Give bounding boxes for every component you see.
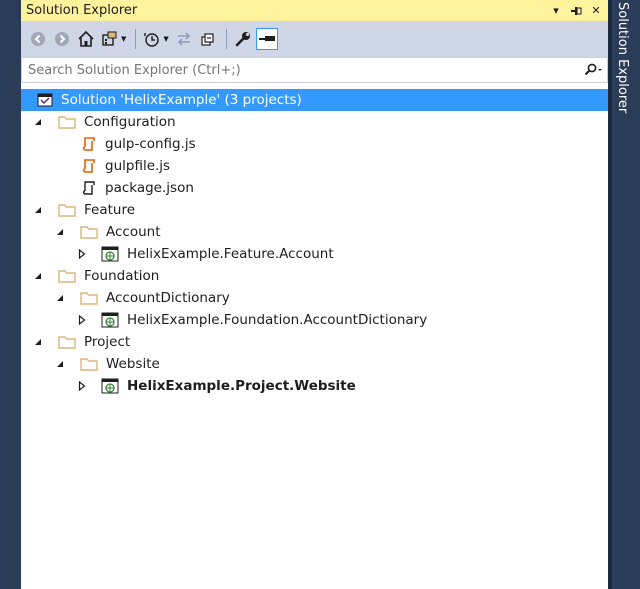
javascript-file-icon — [80, 135, 98, 153]
folder-icon — [58, 113, 76, 131]
pending-changes-filter-button[interactable] — [141, 28, 163, 50]
properties-button[interactable] — [232, 28, 254, 50]
file-label: package.json — [105, 180, 194, 196]
folder-icon — [80, 289, 98, 307]
window-position-dropdown-icon[interactable]: ▾ — [548, 3, 564, 19]
side-tab-divider — [608, 0, 612, 589]
preview-icon — [258, 36, 275, 41]
solution-icon — [36, 91, 54, 109]
collapsed-arrow-icon[interactable] — [77, 381, 87, 391]
tree-row-project[interactable]: HelixExample.Foundation.AccountDictionar… — [21, 309, 608, 331]
collapsed-arrow-icon[interactable] — [77, 315, 87, 325]
web-project-icon — [101, 377, 119, 395]
solution-explorer-panel: Solution Explorer ▾ ✕ ▼ ▼ Search Solutio… — [21, 0, 608, 589]
folder-icon — [58, 267, 76, 285]
folder-label: Feature — [84, 202, 136, 218]
folder-label: Account — [106, 224, 161, 240]
expanded-arrow-icon[interactable] — [33, 271, 43, 281]
tree-row-solution[interactable]: Solution 'HelixExample' (3 projects) — [21, 89, 608, 111]
folder-label: Foundation — [84, 268, 160, 284]
solution-label: Solution 'HelixExample' (3 projects) — [61, 92, 302, 108]
toolbar: ▼ ▼ — [21, 21, 608, 57]
web-project-icon — [101, 245, 119, 263]
search-box — [21, 57, 608, 83]
startup-project-label: HelixExample.Project.Website — [127, 378, 356, 394]
switch-views-icon — [102, 31, 117, 46]
panel-title: Solution Explorer — [26, 3, 138, 18]
search-icon — [584, 63, 602, 76]
file-label: gulp-config.js — [105, 136, 196, 152]
solution-tree: Solution 'HelixExample' (3 projects) Con… — [21, 89, 608, 397]
wrench-icon — [235, 32, 250, 47]
tree-row-subfolder[interactable]: AccountDictionary — [21, 287, 608, 309]
project-label: HelixExample.Feature.Account — [127, 246, 334, 262]
folder-icon — [58, 201, 76, 219]
folder-label: Project — [84, 334, 131, 350]
folder-icon — [80, 355, 98, 373]
tree-row-file[interactable]: gulp-config.js — [21, 133, 608, 155]
tree-row-project-layer[interactable]: Project — [21, 331, 608, 353]
auto-hide-pin-icon[interactable] — [568, 3, 584, 19]
side-tab-strip: Solution Explorer — [608, 0, 640, 589]
sync-with-document-button[interactable] — [173, 28, 195, 50]
folder-label: Configuration — [84, 114, 176, 130]
collapse-all-icon — [201, 33, 214, 46]
expanded-arrow-icon[interactable] — [55, 227, 65, 237]
json-file-icon — [80, 179, 98, 197]
folder-label: Website — [106, 356, 160, 372]
tree-row-file[interactable]: package.json — [21, 177, 608, 199]
home-icon — [78, 30, 94, 47]
folder-icon — [58, 333, 76, 351]
back-button[interactable] — [27, 28, 49, 50]
collapse-all-button[interactable] — [197, 28, 219, 50]
expanded-arrow-icon[interactable] — [33, 337, 43, 347]
collapsed-arrow-icon[interactable] — [77, 249, 87, 259]
folder-icon — [80, 223, 98, 241]
tree-row-configuration[interactable]: Configuration — [21, 111, 608, 133]
switch-views-dropdown-icon[interactable]: ▼ — [121, 35, 126, 43]
expanded-arrow-icon[interactable] — [55, 359, 65, 369]
preview-selected-items-button[interactable] — [255, 28, 278, 50]
switch-views-button[interactable] — [99, 28, 121, 50]
forward-button[interactable] — [51, 28, 73, 50]
project-label: HelixExample.Foundation.AccountDictionar… — [127, 312, 428, 328]
tree-row-project[interactable]: HelixExample.Feature.Account — [21, 243, 608, 265]
tree-row-subfolder[interactable]: Website — [21, 353, 608, 375]
expanded-arrow-icon[interactable] — [33, 117, 43, 127]
tree-row-foundation[interactable]: Foundation — [21, 265, 608, 287]
tree-row-feature[interactable]: Feature — [21, 199, 608, 221]
left-frame — [0, 0, 21, 589]
close-icon[interactable]: ✕ — [588, 3, 604, 19]
web-project-icon — [101, 311, 119, 329]
expanded-arrow-icon[interactable] — [55, 293, 65, 303]
tree-row-subfolder[interactable]: Account — [21, 221, 608, 243]
back-icon — [31, 32, 45, 46]
clock-icon — [144, 33, 160, 47]
folder-label: AccountDictionary — [106, 290, 230, 306]
sync-arrows-icon — [177, 32, 190, 46]
file-label: gulpfile.js — [105, 158, 171, 174]
expanded-arrow-icon[interactable] — [33, 205, 43, 215]
search-options-button[interactable] — [579, 63, 607, 77]
tree-row-file[interactable]: gulpfile.js — [21, 155, 608, 177]
javascript-file-icon — [80, 157, 98, 175]
home-button[interactable] — [75, 28, 97, 50]
forward-icon — [55, 32, 69, 46]
solution-explorer-side-tab[interactable]: Solution Explorer — [615, 2, 630, 113]
filter-dropdown-icon[interactable]: ▼ — [163, 35, 168, 43]
panel-title-bar: Solution Explorer ▾ ✕ — [21, 0, 608, 21]
search-input[interactable] — [22, 61, 579, 79]
toolbar-separator — [135, 29, 137, 49]
tree-row-startup-project[interactable]: HelixExample.Project.Website — [21, 375, 608, 397]
toolbar-separator — [225, 29, 227, 49]
